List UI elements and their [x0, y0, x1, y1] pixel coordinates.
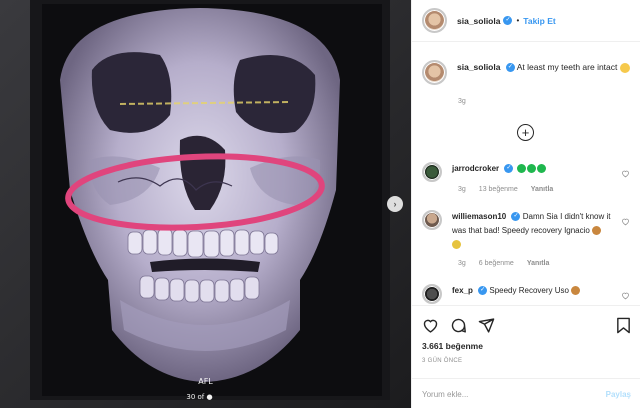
comment-like-heart-icon[interactable]: [621, 169, 630, 178]
caption-text: At least my teeth are intact: [516, 62, 618, 72]
praying-emoji-icon: [592, 226, 602, 236]
plus-icon[interactable]: +: [517, 124, 534, 141]
post-comment-button[interactable]: Paylaş: [606, 390, 631, 399]
post-actions: 3.661 beğenme 3 GÜN ÖNCE Paylaş: [412, 305, 640, 408]
commenter-avatar[interactable]: [422, 284, 442, 304]
next-arrow-icon[interactable]: ›: [387, 196, 403, 212]
verified-icon: ✓: [504, 164, 514, 174]
reply-button[interactable]: Yanıtla: [531, 186, 554, 193]
verified-icon: ✓: [511, 212, 521, 222]
reply-button[interactable]: Yanıtla: [527, 260, 550, 267]
header-username[interactable]: sia_soliola: [457, 16, 500, 26]
grimace-emoji-icon: [619, 62, 630, 73]
comment-meta: 3g 13 beğenme Yanıtla: [458, 186, 553, 193]
follow-button[interactable]: Takip Et: [523, 16, 555, 26]
commenter-avatar[interactable]: [422, 162, 442, 182]
post-caption: sia_soliola ✓ At least my teeth are inta…: [422, 60, 632, 85]
add-comment-bar: Paylaş: [412, 378, 640, 408]
comment-meta: 3g 6 beğenme Yanıtla: [458, 260, 549, 267]
comment-time: 3g: [458, 260, 466, 267]
post-date: 3 GÜN ÖNCE: [422, 358, 463, 364]
verified-icon: ✓: [478, 286, 488, 296]
verified-icon: ✓: [505, 63, 515, 73]
camera-icon: ●: [206, 393, 213, 401]
comment-item: fex_p ✓ Speedy Recovery Uso: [422, 284, 632, 304]
post-header: sia_soliola ✓ • Takip Et: [412, 0, 640, 42]
comment-text: Speedy Recovery Uso: [489, 286, 569, 295]
dot-separator: •: [516, 16, 520, 25]
slice-label: 30 of ●: [186, 393, 213, 401]
comment-like-heart-icon[interactable]: [621, 217, 630, 226]
post-details-panel: sia_soliola ✓ • Takip Et sia_soliola ✓ A…: [411, 0, 640, 408]
comment-item: jarrodcroker ✓: [422, 162, 632, 182]
praying-emoji-icon: [571, 286, 581, 296]
commenter-avatar[interactable]: [422, 210, 442, 230]
orientation-label: AFL: [198, 377, 213, 386]
verified-icon: ✓: [503, 16, 513, 25]
flexing-emoji-icon: [452, 240, 461, 250]
comment-item: williemason10 ✓ Damn Sia I didn't know i…: [422, 210, 632, 252]
caption-avatar[interactable]: [422, 60, 447, 85]
skull-scan-image: [0, 0, 411, 408]
post-media[interactable]: AFL 30 of ● ›: [0, 0, 411, 408]
comment-icon[interactable]: [450, 317, 467, 334]
comment-likes[interactable]: 13 beğenme: [479, 186, 518, 193]
action-icons-row: [422, 317, 632, 337]
caption-username[interactable]: sia_soliola: [457, 62, 500, 72]
comment-username[interactable]: jarrodcroker: [452, 164, 499, 173]
green-heart-emoji-icon: [516, 164, 546, 174]
comment-time: 3g: [458, 186, 466, 193]
comment-username[interactable]: fex_p: [452, 286, 473, 295]
comment-likes[interactable]: 6 beğenme: [479, 260, 514, 267]
avatar[interactable]: [422, 8, 447, 33]
caption-time: 3g: [458, 98, 466, 105]
likes-count[interactable]: 3.661 beğenme: [422, 341, 483, 351]
comment-input[interactable]: [422, 389, 606, 399]
heart-icon[interactable]: [422, 317, 439, 334]
share-icon[interactable]: [478, 317, 495, 334]
comment-username[interactable]: williemason10: [452, 212, 506, 221]
comment-like-heart-icon[interactable]: [621, 291, 630, 300]
bookmark-icon[interactable]: [615, 317, 632, 334]
